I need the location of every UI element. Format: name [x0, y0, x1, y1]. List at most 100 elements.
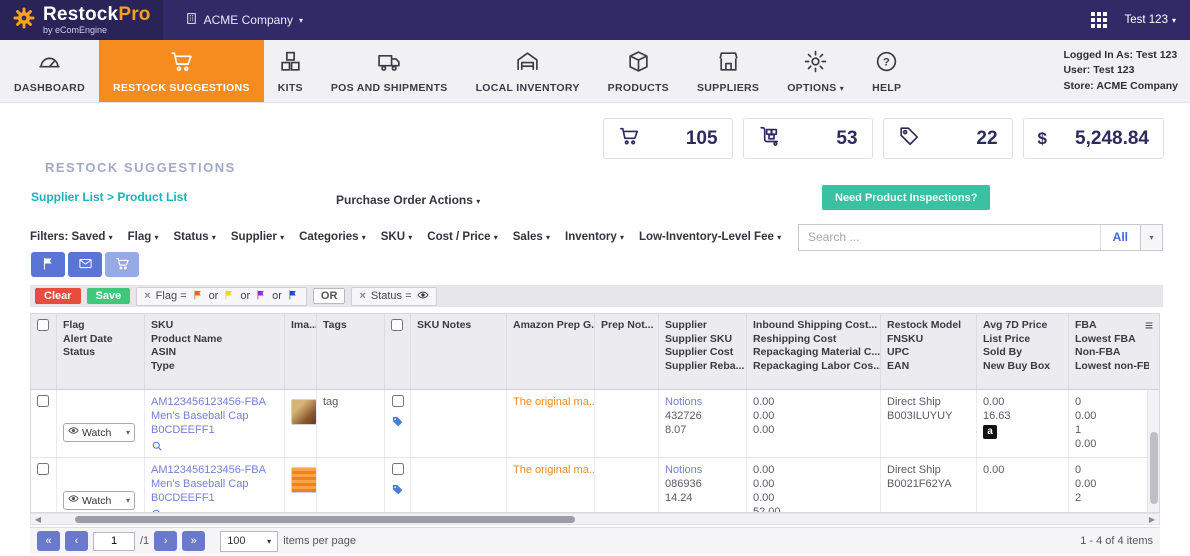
column-header-image[interactable]: Ima... [285, 314, 317, 389]
envelope-filter-button[interactable] [68, 252, 102, 277]
or-operator-chip[interactable]: OR [313, 288, 346, 304]
filter-flag[interactable]: Flag ▾ [128, 231, 159, 243]
page-number-input[interactable] [93, 532, 135, 551]
filter-inventory[interactable]: Inventory ▾ [565, 231, 624, 243]
page-size-select[interactable]: 100▾ [220, 531, 278, 552]
nav-pos-shipments[interactable]: POS AND SHIPMENTS [317, 40, 462, 102]
sku-link[interactable]: AM123456123456-FBA [151, 395, 278, 409]
page-title: RESTOCK SUGGESTIONS [45, 160, 236, 175]
product-name-link[interactable]: Men's Baseball Cap [151, 477, 278, 491]
need-inspections-button[interactable]: Need Product Inspections? [822, 185, 990, 210]
save-filters-button[interactable]: Save [87, 288, 131, 304]
column-header-sku-notes[interactable]: SKU Notes [411, 314, 507, 389]
nav-dashboard[interactable]: DASHBOARD [0, 40, 99, 102]
warehouse-icon [515, 49, 540, 77]
cart-icon [169, 49, 194, 77]
select-all-checkbox[interactable] [37, 319, 49, 331]
filter-sku[interactable]: SKU ▾ [381, 231, 413, 243]
flag-filter-button[interactable] [31, 252, 65, 277]
clear-filters-button[interactable]: Clear [35, 288, 81, 304]
status-select[interactable]: Watch ▾ [63, 423, 135, 442]
last-page-button[interactable]: » [182, 531, 205, 551]
note-checkbox[interactable] [392, 463, 404, 475]
cart-filter-button[interactable] [105, 252, 139, 277]
filter-saved[interactable]: Filters: Saved ▾ [30, 231, 113, 243]
filter-sales[interactable]: Sales ▾ [513, 231, 550, 243]
row-checkbox[interactable] [37, 395, 49, 407]
search-scope-caret[interactable]: ▾ [1140, 225, 1162, 250]
nav-options[interactable]: OPTIONS ▾ [773, 40, 858, 102]
column-header-fba[interactable]: FBALowest FBANon-FBALowest non-FB... [1069, 314, 1149, 389]
remove-chip-icon[interactable]: × [359, 290, 365, 302]
amazon-prep-text[interactable]: The original ma... [513, 464, 595, 476]
breadcrumb[interactable]: Supplier List > Product List [31, 190, 187, 204]
column-header-tags[interactable]: Tags [317, 314, 385, 389]
column-menu-icon[interactable]: ≡ [1141, 318, 1157, 332]
status-filter-chip[interactable]: × Status = [351, 287, 436, 306]
nav-help[interactable]: ? HELP [858, 40, 915, 102]
row-checkbox[interactable] [37, 463, 49, 475]
filter-status[interactable]: Status ▾ [174, 231, 216, 243]
tag-icon[interactable] [391, 483, 404, 500]
column-header-inbound-costs[interactable]: Inbound Shipping Cost...Reshipping CostR… [747, 314, 881, 389]
stat-tags[interactable]: 22 [883, 118, 1013, 159]
column-header-amazon-prep[interactable]: Amazon Prep G... [507, 314, 595, 389]
notes-select-all-checkbox[interactable] [391, 319, 403, 331]
filter-cost-price[interactable]: Cost / Price ▾ [427, 231, 498, 243]
company-selector[interactable]: ACME Company ▾ [185, 12, 303, 28]
horizontal-scrollbar[interactable]: ◀ ▶ [30, 513, 1160, 525]
purchase-order-actions-dropdown[interactable]: Purchase Order Actions ▾ [336, 193, 480, 207]
apps-grid-icon[interactable] [1091, 12, 1107, 28]
filter-categories[interactable]: Categories ▾ [299, 231, 366, 243]
magnifier-icon[interactable] [151, 440, 278, 456]
column-header-sku[interactable]: SKUProduct NameASINType [145, 314, 285, 389]
amazon-prep-text[interactable]: The original ma... [513, 396, 595, 408]
asin-link[interactable]: B0CDEEFF1 [151, 491, 278, 505]
user-menu[interactable]: Test 123▾ [1125, 14, 1177, 26]
product-name-link[interactable]: Men's Baseball Cap [151, 409, 278, 423]
main-nav: DASHBOARD RESTOCK SUGGESTIONS KITS [0, 40, 1190, 103]
note-checkbox[interactable] [392, 395, 404, 407]
tag-icon[interactable] [391, 415, 404, 432]
chevron-down-icon: ▾ [1172, 16, 1176, 25]
filter-low-inventory-fee[interactable]: Low-Inventory-Level Fee ▾ [639, 231, 781, 243]
prev-page-button[interactable]: ‹ [65, 531, 88, 551]
stat-shipments[interactable]: 53 [743, 118, 873, 159]
vertical-scrollbar-thumb[interactable] [1150, 432, 1158, 504]
nav-local-inventory[interactable]: LOCAL INVENTORY [462, 40, 594, 102]
supplier-link[interactable]: Notions [665, 395, 740, 409]
remove-chip-icon[interactable]: × [144, 290, 150, 302]
column-header-restock-model[interactable]: Restock ModelFNSKUUPCEAN [881, 314, 977, 389]
app-logo[interactable]: RestockPro by eComEngine [0, 0, 163, 40]
first-page-button[interactable]: « [37, 531, 60, 551]
product-image[interactable] [291, 467, 317, 493]
flag-orange-icon [192, 289, 204, 304]
search-input[interactable] [799, 230, 1100, 244]
supplier-link[interactable]: Notions [665, 463, 740, 477]
nav-kits[interactable]: KITS [264, 40, 317, 102]
stat-cart[interactable]: 105 [603, 118, 733, 159]
nav-products[interactable]: PRODUCTS [594, 40, 683, 102]
column-header-flag[interactable]: FlagAlert DateStatus [57, 314, 145, 389]
stat-total-value-amount: 5,248.84 [1063, 128, 1149, 150]
stat-total-value[interactable]: $ 5,248.84 [1023, 118, 1164, 159]
scroll-right-icon[interactable]: ▶ [1145, 515, 1159, 524]
column-header-supplier[interactable]: SupplierSupplier SKUSupplier CostSupplie… [659, 314, 747, 389]
nav-restock-suggestions[interactable]: RESTOCK SUGGESTIONS [99, 40, 264, 102]
flag-icon [41, 256, 56, 274]
asin-link[interactable]: B0CDEEFF1 [151, 423, 278, 437]
filter-supplier[interactable]: Supplier ▾ [231, 231, 284, 243]
column-header-prep-notes[interactable]: Prep Not... [595, 314, 659, 389]
status-select[interactable]: Watch ▾ [63, 491, 135, 510]
truck-icon [377, 49, 402, 77]
search-scope-all[interactable]: All [1100, 225, 1140, 250]
sku-link[interactable]: AM123456123456-FBA [151, 463, 278, 477]
product-image[interactable] [291, 399, 317, 425]
horizontal-scrollbar-thumb[interactable] [75, 516, 575, 523]
next-page-button[interactable]: › [154, 531, 177, 551]
nav-suppliers[interactable]: SUPPLIERS [683, 40, 773, 102]
vertical-scrollbar[interactable] [1147, 390, 1159, 512]
flag-filter-chip[interactable]: × Flag = or or or [136, 287, 307, 306]
scroll-left-icon[interactable]: ◀ [31, 515, 45, 524]
column-header-price[interactable]: Avg 7D PriceList PriceSold ByNew Buy Box [977, 314, 1069, 389]
